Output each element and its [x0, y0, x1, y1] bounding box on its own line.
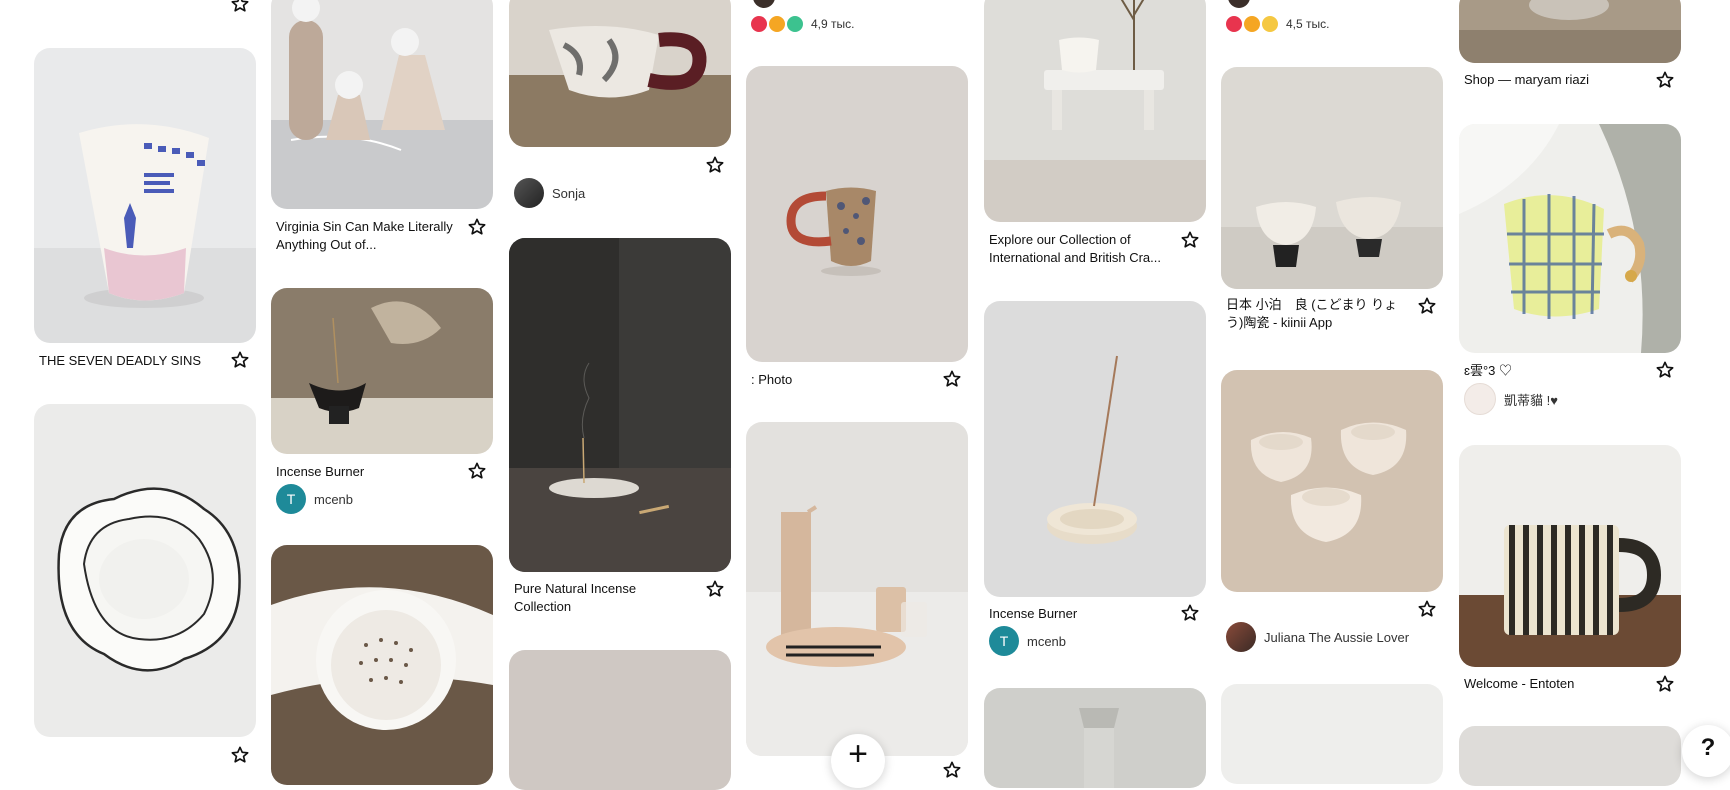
plus-icon: +: [848, 735, 868, 773]
author-name: 凱蒂貓 !♥: [1504, 392, 1558, 408]
reactions[interactable]: 4,9 тыс.: [751, 14, 854, 34]
save-pin-star-icon[interactable]: [230, 745, 250, 765]
pin-author[interactable]: T mcenb: [989, 626, 1066, 656]
create-plus-button[interactable]: +: [831, 734, 885, 788]
heart-reaction-icon: [751, 16, 767, 32]
avatar: [1464, 383, 1496, 415]
pin-image-seven-deadly-sins[interactable]: [34, 48, 256, 343]
avatar: [514, 178, 544, 208]
author-name: Sonja: [552, 185, 586, 201]
pin-title[interactable]: Virginia Sin Can Make Literally Anything…: [276, 218, 458, 254]
pin-image-striped-mug[interactable]: [1459, 445, 1681, 667]
pin-image-lamps[interactable]: [271, 0, 493, 209]
pin-image-incense-dish-dark[interactable]: [509, 238, 731, 572]
pin-title[interactable]: ɛ雲°3 ♡: [1464, 362, 1646, 380]
pin-title[interactable]: 日本 小泊 良 (こどまり りょう)陶瓷 - kiinii App: [1226, 296, 1408, 334]
reaction-count: 4,9 тыс.: [811, 17, 855, 31]
pin-author[interactable]: Sonja: [514, 178, 585, 208]
pin-image-two-bowls[interactable]: [1221, 67, 1443, 289]
pin-image-wavy-plates[interactable]: [34, 404, 256, 737]
help-icon: ?: [1700, 734, 1716, 761]
star-reaction-icon: [787, 16, 803, 32]
pin-image-tableware[interactable]: [746, 422, 968, 756]
save-pin-star-icon[interactable]: [1655, 674, 1675, 694]
pin-title[interactable]: Explore our Collection of International …: [989, 231, 1171, 267]
author-name: mcenb: [314, 491, 354, 507]
avatar: T: [276, 484, 306, 514]
pin-image-spotted-mug[interactable]: [746, 66, 968, 362]
save-pin-star-icon[interactable]: [467, 217, 487, 237]
pin-title[interactable]: : Photo: [751, 371, 933, 389]
avatar: [1226, 622, 1256, 652]
pin-image-plain-light[interactable]: [1221, 684, 1443, 784]
avatar: [753, 0, 775, 8]
author-name: Juliana The Aussie Lover: [1264, 629, 1410, 645]
avatar: [1228, 0, 1250, 8]
save-pin-star-icon[interactable]: [230, 0, 250, 14]
smile-reaction-icon: [1262, 16, 1278, 32]
pin-title[interactable]: Welcome - Entoten: [1464, 675, 1646, 693]
save-pin-star-icon[interactable]: [467, 461, 487, 481]
save-pin-star-icon[interactable]: [942, 760, 962, 780]
save-pin-star-icon[interactable]: [1180, 603, 1200, 623]
pin-author[interactable]: Juliana The Aussie Lover: [1226, 622, 1409, 652]
pin-image-plain-gray[interactable]: [1459, 726, 1681, 786]
pin-title[interactable]: Pure Natural Incense Collection: [514, 580, 696, 616]
pin-image-plain[interactable]: [509, 650, 731, 790]
pin-image-vase-stand[interactable]: [984, 0, 1206, 222]
pin-image-plaid-mug[interactable]: [1459, 124, 1681, 353]
pin-title[interactable]: THE SEVEN DEADLY SINS: [39, 352, 221, 370]
avatar: T: [989, 626, 1019, 656]
help-button[interactable]: ?: [1682, 725, 1730, 777]
pin-image-incense-burner-black[interactable]: [271, 288, 493, 454]
save-pin-star-icon[interactable]: [705, 155, 725, 175]
heart-reaction-icon: [1226, 16, 1242, 32]
pin-image-incense-ring[interactable]: [984, 301, 1206, 597]
save-pin-star-icon[interactable]: [1180, 230, 1200, 250]
save-pin-star-icon[interactable]: [230, 350, 250, 370]
pin-image-strainer[interactable]: [271, 545, 493, 785]
pin-image-marbled-cup[interactable]: [509, 0, 731, 147]
reaction-count: 4,5 тыс.: [1286, 17, 1330, 31]
wow-reaction-icon: [769, 16, 785, 32]
pin-image-shop[interactable]: [1459, 0, 1681, 63]
pin-image-vase-gray[interactable]: [984, 688, 1206, 788]
save-pin-star-icon[interactable]: [1655, 70, 1675, 90]
pin-title[interactable]: Shop — maryam riazi: [1464, 71, 1646, 89]
save-pin-star-icon[interactable]: [705, 579, 725, 599]
wow-reaction-icon: [1244, 16, 1260, 32]
save-pin-star-icon[interactable]: [1417, 296, 1437, 316]
pin-title[interactable]: Incense Burner: [276, 463, 458, 481]
save-pin-star-icon[interactable]: [1655, 360, 1675, 380]
pin-author[interactable]: T mcenb: [276, 484, 353, 514]
reactions[interactable]: 4,5 тыс.: [1226, 14, 1329, 34]
author-name: mcenb: [1027, 633, 1067, 649]
save-pin-star-icon[interactable]: [942, 369, 962, 389]
pin-author[interactable]: 凱蒂貓 !♥: [1464, 383, 1558, 415]
save-pin-star-icon[interactable]: [1417, 599, 1437, 619]
pin-image-candles[interactable]: [1221, 370, 1443, 592]
pin-title[interactable]: Incense Burner: [989, 605, 1171, 623]
